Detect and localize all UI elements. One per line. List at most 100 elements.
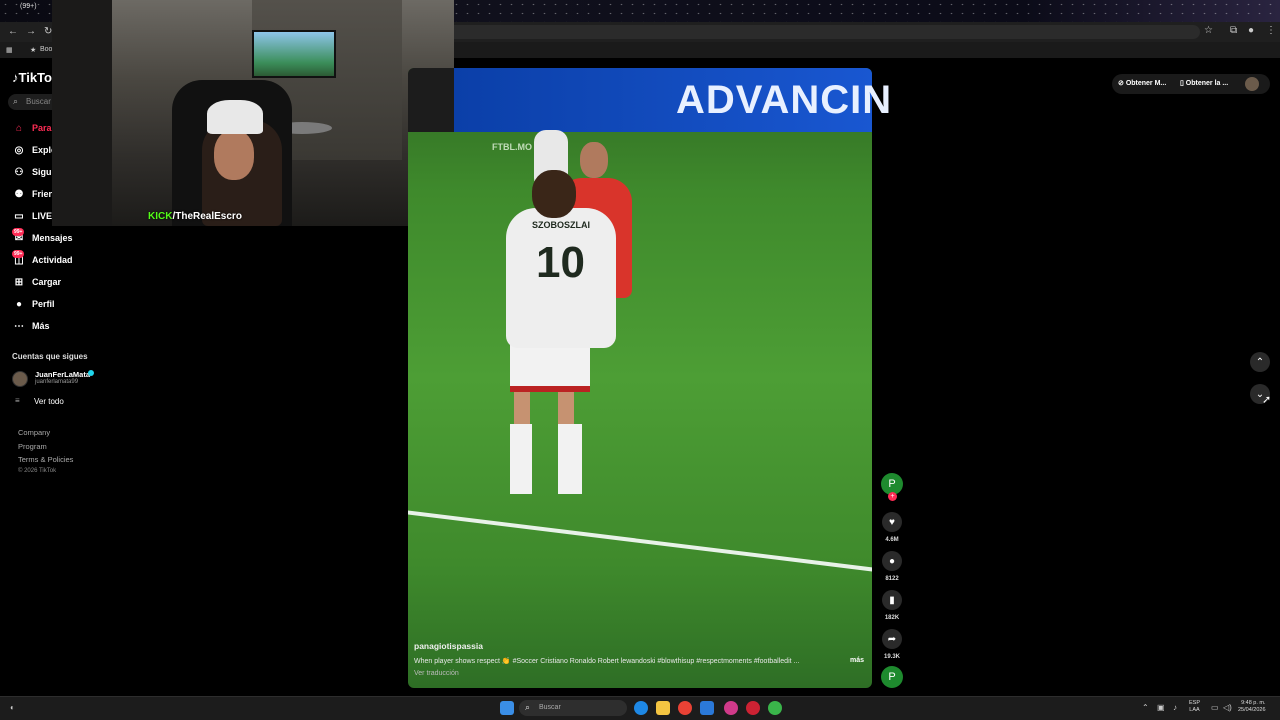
profile-icon: ● xyxy=(15,298,23,310)
pitch-line xyxy=(408,508,872,576)
forward-icon[interactable]: → xyxy=(26,26,36,37)
get-pc-app-button[interactable]: ▯ Obtener la ... xyxy=(1180,79,1228,87)
previous-video-button[interactable]: ⌃ xyxy=(1250,352,1270,372)
start-icon[interactable] xyxy=(500,701,514,715)
upload-icon: ⊞ xyxy=(14,276,24,288)
message-badge: 99+ xyxy=(12,228,25,236)
sidebar-item-label: Mensajes xyxy=(32,233,73,243)
sidebar-item-friends[interactable]: ⚉ Frien xyxy=(12,185,55,203)
browser-tab[interactable]: (99+) xyxy=(20,3,37,10)
translate-icon[interactable]: ⧉ xyxy=(1230,25,1237,36)
footer-link-company[interactable]: Company xyxy=(18,428,50,437)
red-player-head xyxy=(580,142,608,178)
sidebar-item-messages[interactable]: ✉ 99+ Mensajes xyxy=(12,228,73,247)
edge-icon[interactable] xyxy=(634,701,648,715)
tiktok-logo[interactable]: ♪TikTo xyxy=(12,70,52,85)
comment-button[interactable]: ● xyxy=(882,551,902,571)
tray-chevron-icon[interactable]: ⌃ xyxy=(1142,703,1149,712)
like-button[interactable]: ♥ xyxy=(882,512,902,532)
sidebar-item-label: LIVE xyxy=(32,211,53,221)
webcam-overlay xyxy=(52,0,454,226)
caption-more-button[interactable]: más xyxy=(850,657,864,664)
app-icon[interactable] xyxy=(768,701,782,715)
heart-icon: ♥ xyxy=(889,516,895,528)
more-icon: ⋯ xyxy=(14,320,24,332)
translate-link[interactable]: Ver traducción xyxy=(414,670,459,677)
menu-icon[interactable]: ⋮ xyxy=(1266,25,1276,36)
sidebar-item-label: Sigui xyxy=(32,167,54,177)
share-button[interactable]: ➦ xyxy=(882,629,902,649)
logo-text: TikTo xyxy=(18,70,52,85)
sidebar-item-profile[interactable]: ● Perfil xyxy=(12,295,55,313)
sidebar-item-live[interactable]: ▭ LIVE xyxy=(12,207,52,225)
account-name[interactable]: JuanFerLaMata xyxy=(35,370,90,379)
language-indicator[interactable]: ESP LAA xyxy=(1189,700,1200,714)
see-all-link[interactable]: Ver todo xyxy=(34,397,64,406)
comment-icon: ● xyxy=(888,555,896,567)
extension-icon[interactable]: ● xyxy=(1248,25,1254,36)
video-caption: When player shows respect 👏 #Soccer Cris… xyxy=(414,658,800,665)
sidebar-item-explore[interactable]: ◎ Explo xyxy=(12,141,57,159)
footer-link-terms[interactable]: Terms & Policies xyxy=(18,455,73,464)
sidebar-item-more[interactable]: ⋯ Más xyxy=(12,317,50,335)
bookmark-icon: ▮ xyxy=(889,594,895,606)
sound-avatar[interactable]: P xyxy=(881,666,903,688)
get-app-button[interactable]: ⊘ Obtener M... xyxy=(1118,79,1166,87)
streamer-face xyxy=(214,130,254,180)
sidebar-item-label: Más xyxy=(32,321,50,331)
mic-icon[interactable]: ♪ xyxy=(1173,703,1177,712)
ad-board-text: ADVANCIN xyxy=(676,78,893,122)
save-count: 182K xyxy=(884,615,900,621)
app-icon[interactable] xyxy=(746,701,760,715)
verified-icon xyxy=(88,370,94,376)
sidebar-item-label: Cargar xyxy=(32,277,62,287)
get-pc-label: Obtener la ... xyxy=(1185,80,1229,87)
list-icon: ≡ xyxy=(15,396,20,405)
sidebar-item-activity[interactable]: ◫ 99+ Actividad xyxy=(12,250,73,269)
following-accounts-title: Cuentas que sigues xyxy=(12,352,88,361)
copyright: © 2026 TikTok xyxy=(18,468,57,474)
sidebar-item-following[interactable]: ⚇ Sigui xyxy=(12,163,54,181)
taskbar-search[interactable]: ⌕ Buscar xyxy=(519,700,627,716)
jersey-number: 10 xyxy=(536,238,585,287)
channel-name: /TheRealEscro xyxy=(172,211,242,222)
video-player[interactable]: SZOBOSZLAI 10 xyxy=(408,68,872,688)
check-circle-icon: ⊘ xyxy=(1118,80,1126,87)
compass-icon: ◎ xyxy=(14,144,24,156)
save-button[interactable]: ▮ xyxy=(882,590,902,610)
account-handle: juanferlamata99 xyxy=(35,379,79,385)
avatar[interactable] xyxy=(12,371,28,387)
tray-app-icon[interactable]: ▣ xyxy=(1157,703,1165,712)
jersey-name: SZOBOSZLAI xyxy=(532,220,590,230)
widgets-icon[interactable]: ◐ xyxy=(10,703,15,712)
star-icon[interactable]: ☆ xyxy=(1204,25,1213,36)
footer-link-program[interactable]: Program xyxy=(18,442,47,451)
video-author[interactable]: panagiotispassia xyxy=(414,641,483,651)
store-icon[interactable] xyxy=(700,701,714,715)
activity-icon: ◫ 99+ xyxy=(12,250,25,266)
player-socks xyxy=(510,424,586,494)
message-icon: ✉ 99+ xyxy=(12,228,25,244)
webcam-scene xyxy=(52,0,112,226)
chrome-icon[interactable] xyxy=(678,701,692,715)
follow-plus-icon[interactable]: + xyxy=(888,492,897,501)
taskbar-search-label: Buscar xyxy=(539,704,561,711)
taskbar-clock[interactable]: 9:48 p. m. 25/04/2026 xyxy=(1238,700,1266,714)
sidebar-item-upload[interactable]: ⊞ Cargar xyxy=(12,273,61,291)
clock-date: 25/04/2026 xyxy=(1238,707,1266,713)
get-app-label: Obtener M... xyxy=(1125,80,1167,87)
volume-icon[interactable]: ◁) xyxy=(1223,703,1232,712)
bookmark-star-icon: ★ xyxy=(30,47,37,54)
stream-channel-tag: KICK/TheRealEscro xyxy=(148,211,242,222)
apps-icon[interactable]: ▦ xyxy=(6,46,13,54)
back-icon[interactable]: ← xyxy=(8,26,18,37)
profile-avatar[interactable] xyxy=(1245,77,1259,91)
sidebar-item-label: Actividad xyxy=(32,255,73,265)
app-icon[interactable] xyxy=(724,701,738,715)
network-icon[interactable]: ▭ xyxy=(1211,703,1219,712)
white-player: SZOBOSZLAI 10 xyxy=(506,208,616,348)
live-icon: ▭ xyxy=(14,210,24,222)
file-explorer-icon[interactable] xyxy=(656,701,670,715)
like-count: 4.6M xyxy=(885,537,899,543)
share-count: 19.3K xyxy=(883,654,900,660)
